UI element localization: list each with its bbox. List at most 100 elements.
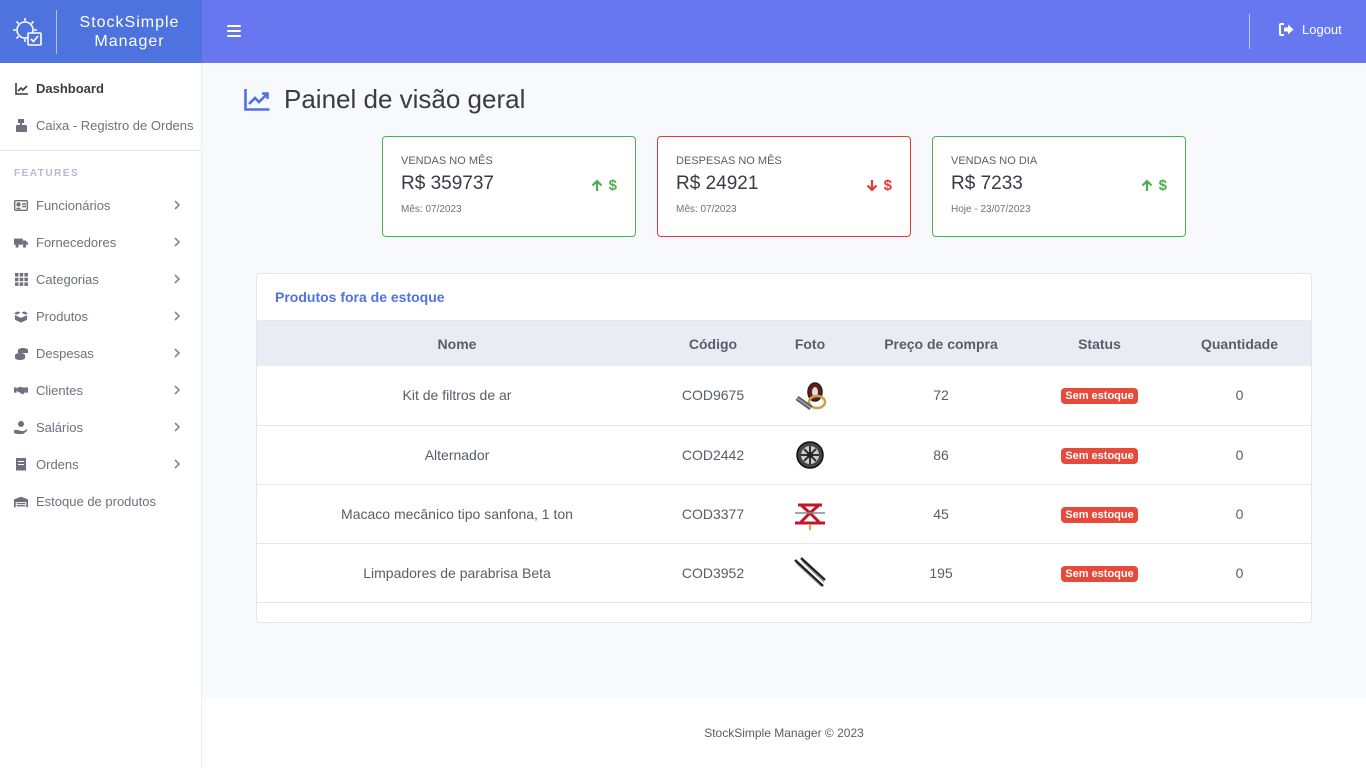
table-row: Alternador COD2442 86 Sem estoque 0 xyxy=(257,425,1311,484)
cell-quantidade: 0 xyxy=(1235,505,1244,522)
grid-icon xyxy=(14,273,28,287)
page-title: Painel de visão geral xyxy=(244,84,525,115)
page-title-text: Painel de visão geral xyxy=(284,84,526,114)
sidebar-item-label: Despesas xyxy=(36,346,94,361)
stat-card-vendas-dia: VENDAS NO DIA R$ 7233 Hoje - 23/07/2023 … xyxy=(932,136,1186,237)
dollar-icon: $ xyxy=(883,177,892,194)
brand-name-line1: StockSimple xyxy=(79,13,180,31)
footer: StockSimple Manager © 2023 xyxy=(202,698,1366,768)
logout-button[interactable]: Logout xyxy=(1279,22,1342,37)
sidebar-item-label: Produtos xyxy=(36,309,89,324)
sidebar-item-label: Funcionários xyxy=(36,198,111,213)
cell-nome: Macaco mecânico tipo sanfona, 1 ton xyxy=(341,505,573,522)
cell-foto xyxy=(769,484,851,543)
column-header: Nome xyxy=(437,335,477,352)
brand-name: StockSimple Manager xyxy=(57,13,202,51)
chevron-right-icon xyxy=(174,422,181,432)
cell-preco: 195 xyxy=(929,564,953,581)
table-row: Limpadores de parabrisa Beta COD3952 195… xyxy=(257,543,1311,602)
card-value: R$ 24921 xyxy=(676,173,759,194)
stat-card-vendas-mes: VENDAS NO MÊS R$ 359737 Mês: 07/2023 $ xyxy=(382,136,636,237)
trend-indicator: $ xyxy=(1141,177,1167,194)
cell-nome: Alternador xyxy=(424,446,490,463)
sidebar-item-clientes[interactable]: Clientes xyxy=(0,372,201,409)
sidebar-item-fornecedores[interactable]: Fornecedores xyxy=(0,224,201,261)
chevron-right-icon xyxy=(174,274,181,284)
out-of-stock-card: Produtos fora de estoque Nome Código Fot… xyxy=(256,273,1312,623)
menu-toggle-icon[interactable] xyxy=(227,22,241,40)
footer-text: StockSimple Manager © 2023 xyxy=(704,726,864,740)
chevron-right-icon xyxy=(174,237,181,247)
id-card-icon xyxy=(14,199,28,213)
cell-status: Sem estoque xyxy=(1031,484,1168,543)
boxes-icon xyxy=(14,310,28,324)
chevron-right-icon xyxy=(174,385,181,395)
arrow-up-icon xyxy=(1141,179,1152,191)
brand-logo-icon xyxy=(0,9,57,54)
sidebar-item-ordens[interactable]: Ordens xyxy=(0,446,201,483)
card-subtitle: Mês: 07/2023 xyxy=(676,204,737,215)
column-header: Quantidade xyxy=(1200,335,1278,352)
chevron-right-icon xyxy=(174,200,181,210)
cell-status: Sem estoque xyxy=(1031,543,1168,602)
card-value: R$ 359737 xyxy=(401,173,494,194)
wiper-blades-image xyxy=(794,556,826,587)
cell-status: Sem estoque xyxy=(1031,366,1168,425)
arrow-down-icon xyxy=(866,180,877,192)
out-of-stock-table: Nome Código Foto Preço de compra Status … xyxy=(257,321,1311,603)
column-header: Status xyxy=(1078,335,1121,352)
sidebar-item-caixa[interactable]: Caixa - Registro de Ordens xyxy=(0,107,201,144)
cell-codigo: COD3377 xyxy=(681,505,745,522)
column-header: Preço de compra xyxy=(884,335,998,352)
scissor-jack-image xyxy=(795,503,825,530)
card-value: R$ 7233 xyxy=(951,173,1023,194)
status-badge: Sem estoque xyxy=(1061,388,1138,405)
cell-foto xyxy=(769,366,851,425)
cell-foto xyxy=(769,425,851,484)
card-subtitle: Hoje - 23/07/2023 xyxy=(951,204,1031,215)
sidebar-item-label: Categorias xyxy=(36,272,99,287)
trend-indicator: $ xyxy=(866,177,892,194)
cell-status: Sem estoque xyxy=(1031,425,1168,484)
sidebar-item-produtos[interactable]: Produtos xyxy=(0,298,201,335)
dollar-icon: $ xyxy=(1158,177,1167,194)
brand[interactable]: StockSimple Manager xyxy=(0,0,202,63)
cell-nome: Limpadores de parabrisa Beta xyxy=(363,564,551,581)
truck-icon xyxy=(14,236,28,250)
sidebar-item-label: Estoque de produtos xyxy=(36,494,156,509)
card-subtitle: Mês: 07/2023 xyxy=(401,204,462,215)
coins-icon xyxy=(14,347,28,361)
cell-quantidade: 0 xyxy=(1235,446,1244,463)
chevron-right-icon xyxy=(174,311,181,321)
hand-holding-dollar-icon xyxy=(14,421,28,435)
sidebar-item-label: Clientes xyxy=(36,383,83,398)
status-badge: Sem estoque xyxy=(1061,447,1138,464)
column-header: Código xyxy=(688,335,738,352)
sidebar-item-funcionarios[interactable]: Funcionários xyxy=(0,187,201,224)
chart-area-icon xyxy=(244,88,270,111)
sidebar-item-label: Fornecedores xyxy=(36,235,117,250)
cell-codigo: COD9675 xyxy=(681,387,745,404)
table-title: Produtos fora de estoque xyxy=(257,274,1311,321)
cell-codigo: COD2442 xyxy=(681,446,745,463)
cell-nome: Kit de filtros de ar xyxy=(402,387,512,404)
status-badge: Sem estoque xyxy=(1061,565,1138,582)
sidebar: Dashboard Caixa - Registro de Ordens FEA… xyxy=(0,63,202,768)
cell-preco: 86 xyxy=(933,446,949,463)
sidebar-item-despesas[interactable]: Despesas xyxy=(0,335,201,372)
sidebar-item-salarios[interactable]: Salários xyxy=(0,409,201,446)
cell-preco: 72 xyxy=(933,387,949,404)
card-label: DESPESAS NO MÊS xyxy=(676,155,782,167)
sidebar-item-estoque[interactable]: Estoque de produtos xyxy=(0,483,201,520)
arrow-up-icon xyxy=(591,179,602,191)
cell-preco: 45 xyxy=(933,505,949,522)
sidebar-divider xyxy=(0,150,201,151)
air-filter-kit-image xyxy=(795,382,827,411)
cell-codigo: COD3952 xyxy=(681,564,745,581)
status-badge: Sem estoque xyxy=(1061,506,1138,523)
cell-quantidade: 0 xyxy=(1235,564,1244,581)
sidebar-item-dashboard[interactable]: Dashboard xyxy=(0,70,201,107)
sidebar-item-categorias[interactable]: Categorias xyxy=(0,261,201,298)
table-row: Macaco mecânico tipo sanfona, 1 ton COD3… xyxy=(257,484,1311,543)
card-label: VENDAS NO MÊS xyxy=(401,155,493,167)
